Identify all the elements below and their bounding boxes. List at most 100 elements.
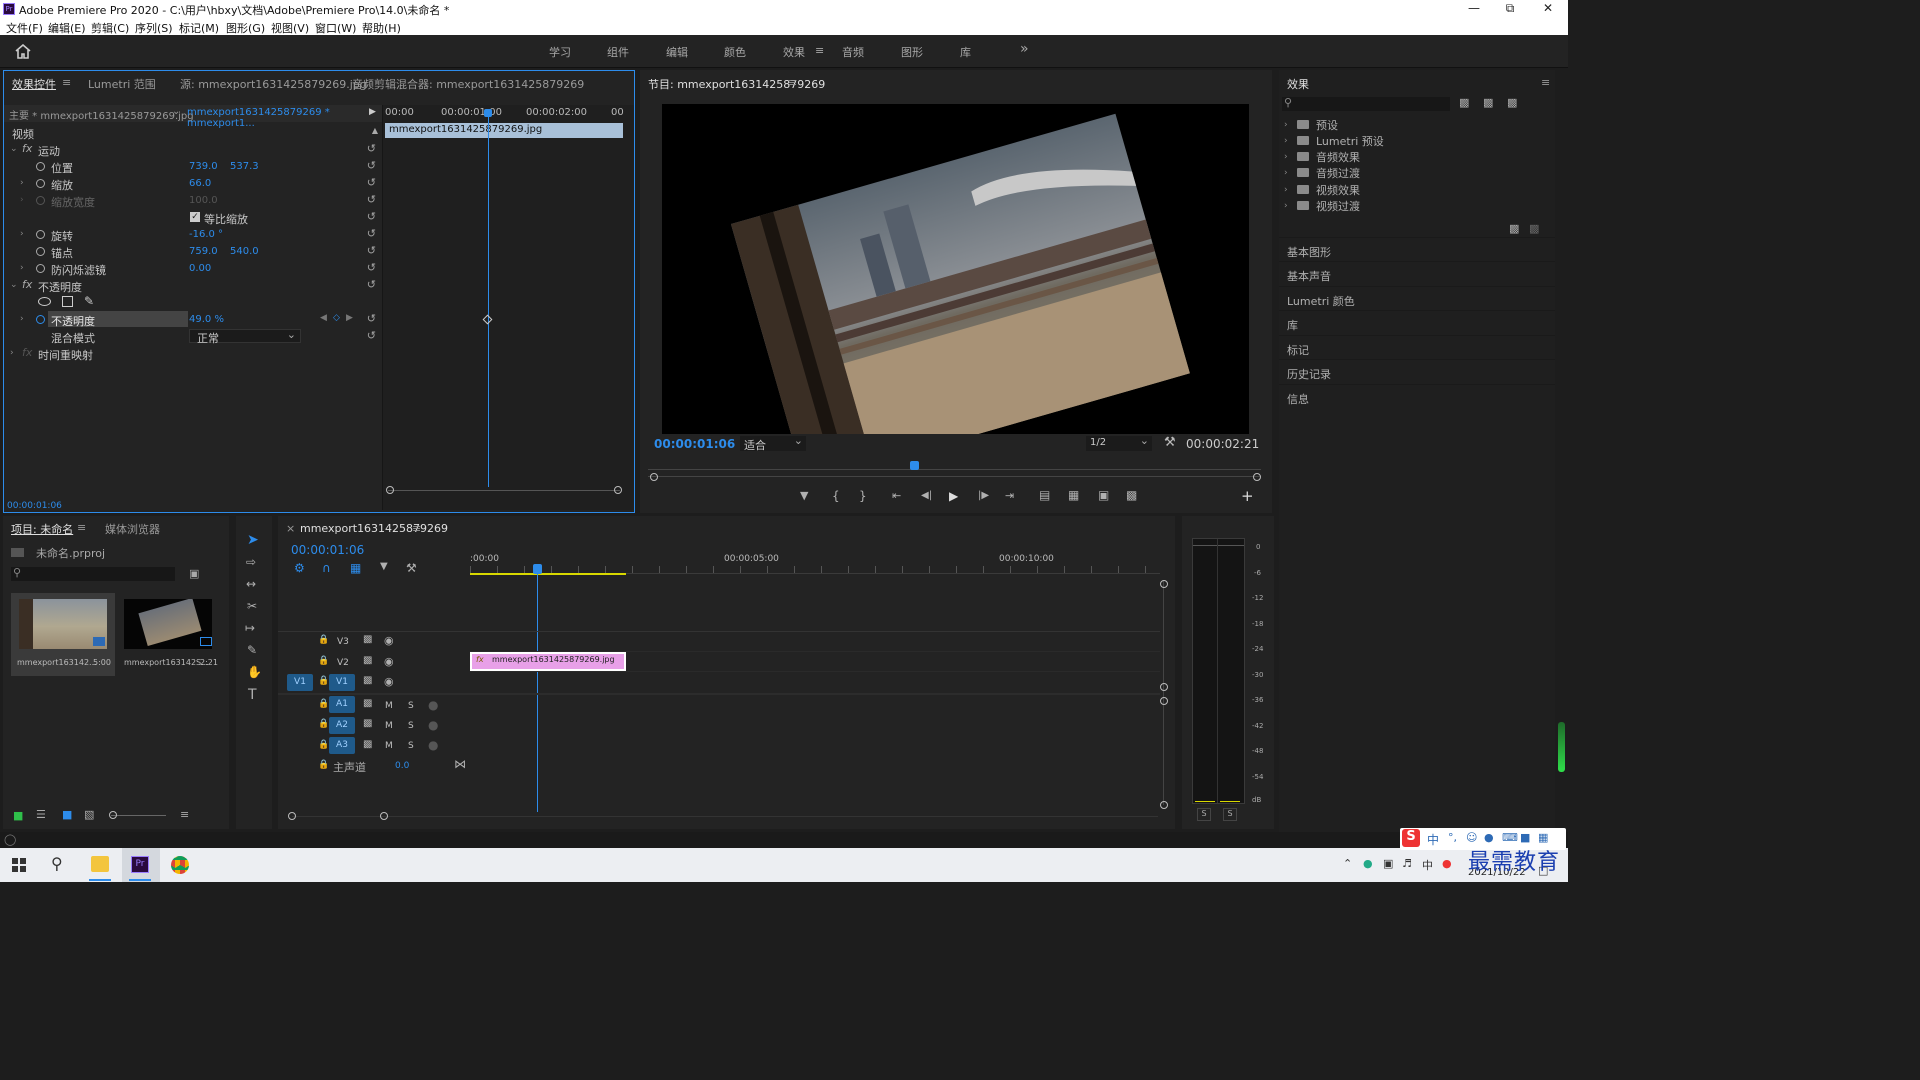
- go-to-out-icon[interactable]: ⇥: [1005, 489, 1014, 502]
- program-playhead[interactable]: [910, 461, 919, 470]
- volume-icon[interactable]: ♬: [1402, 857, 1412, 870]
- reset-icon[interactable]: ↺: [367, 210, 376, 223]
- tray-app-icon[interactable]: ●: [1363, 857, 1373, 870]
- zoom-slider[interactable]: [111, 815, 166, 816]
- reset-icon[interactable]: ↺: [367, 176, 376, 189]
- workspace-libraries[interactable]: 库: [960, 44, 971, 60]
- wrench-icon[interactable]: ⚒: [1164, 435, 1176, 450]
- reset-icon[interactable]: ↺: [367, 159, 376, 172]
- track-v1-label[interactable]: V1: [329, 674, 355, 691]
- effects-tree-audio-effects[interactable]: 音频效果: [1316, 149, 1360, 165]
- close-tab-icon[interactable]: ×: [286, 522, 295, 535]
- tab-effect-controls[interactable]: 效果控件: [12, 76, 56, 92]
- tab-audio-clip-mixer[interactable]: 音频剪辑混合器: mmexport1631425879269: [352, 76, 584, 92]
- camera-icon[interactable]: ▣: [1098, 488, 1109, 502]
- eye-icon[interactable]: ◉: [384, 655, 394, 668]
- workspace-editing[interactable]: 编辑: [666, 44, 688, 60]
- sogou-icon[interactable]: ●: [1442, 857, 1452, 870]
- effects-search-input[interactable]: ⚲: [1282, 96, 1450, 111]
- opacity-value[interactable]: 49.0 %: [189, 314, 224, 325]
- work-area-bar[interactable]: [470, 573, 626, 575]
- selection-tool-icon[interactable]: ➤: [247, 532, 259, 548]
- reset-icon[interactable]: ↺: [367, 278, 376, 291]
- wrench-icon[interactable]: ⚒: [406, 561, 417, 575]
- mark-in-icon[interactable]: {: [832, 489, 840, 503]
- expand-icon[interactable]: ⌄: [10, 144, 18, 154]
- track-select-tool-icon[interactable]: ⇨: [246, 555, 256, 569]
- extract-icon[interactable]: ▦: [1068, 488, 1079, 502]
- anchor-x-value[interactable]: 759.0: [189, 246, 218, 257]
- lock-icon[interactable]: 🔒: [318, 760, 329, 770]
- source-patch-v1[interactable]: V1: [287, 674, 313, 691]
- panel-menu-icon[interactable]: ≡: [788, 76, 797, 89]
- effect-clip-bar[interactable]: mmexport1631425879269.jpg: [385, 123, 623, 138]
- 32bit-effects-icon[interactable]: ▩: [1483, 96, 1493, 109]
- reset-icon[interactable]: ↺: [367, 329, 376, 342]
- chrome-icon[interactable]: [171, 856, 189, 874]
- workspace-color[interactable]: 颜色: [724, 44, 746, 60]
- project-search-input[interactable]: ⚲: [11, 566, 175, 581]
- expand-icon[interactable]: ›: [1284, 152, 1288, 162]
- track-a2-label[interactable]: A2: [329, 717, 355, 734]
- section-essential-sound[interactable]: 基本声音: [1279, 261, 1555, 285]
- add-keyframe-icon[interactable]: ◇: [333, 313, 340, 323]
- expand-icon[interactable]: ›: [1284, 201, 1288, 211]
- expand-icon[interactable]: ›: [1284, 168, 1288, 178]
- rotation-value[interactable]: -16.0 °: [189, 229, 223, 240]
- go-to-in-icon[interactable]: ⇤: [892, 489, 901, 502]
- effects-tree-lumetri-presets[interactable]: Lumetri 预设: [1316, 133, 1384, 149]
- linked-selection-icon[interactable]: ▦: [350, 561, 361, 575]
- blend-mode-select[interactable]: 正常 ⌄: [189, 328, 301, 345]
- close-icon[interactable]: ✕: [1528, 0, 1568, 18]
- project-item[interactable]: mmexport163142... 5:00: [11, 593, 115, 676]
- workspace-graphics[interactable]: 图形: [901, 44, 923, 60]
- track-v2-label[interactable]: V2: [337, 658, 349, 668]
- lock-icon[interactable]: 🔒: [318, 635, 329, 645]
- uniform-scale-checkbox[interactable]: ✓: [190, 212, 200, 222]
- expand-icon[interactable]: ›: [20, 178, 24, 188]
- expand-icon[interactable]: ›: [10, 348, 14, 358]
- lock-icon[interactable]: 🔒: [318, 719, 329, 729]
- add-button-icon[interactable]: +: [1241, 487, 1254, 505]
- expand-icon[interactable]: ⌄: [10, 280, 18, 290]
- workspace-assembly[interactable]: 组件: [607, 44, 629, 60]
- find-icon[interactable]: ▣: [189, 567, 199, 580]
- stopwatch-icon[interactable]: [36, 264, 45, 273]
- lock-icon[interactable]: 🔒: [318, 676, 329, 686]
- file-explorer-icon[interactable]: [91, 856, 109, 872]
- zoom-handle-left[interactable]: [650, 473, 658, 481]
- sync-lock-icon[interactable]: ▩: [363, 739, 372, 750]
- expand-icon[interactable]: ›: [1284, 185, 1288, 195]
- reset-icon[interactable]: ↺: [367, 142, 376, 155]
- ripple-edit-tool-icon[interactable]: ↔: [246, 577, 256, 591]
- go-to-out-point-icon[interactable]: ⋈: [454, 757, 466, 771]
- keyframe-diamond[interactable]: [482, 314, 493, 325]
- reset-icon[interactable]: ↺: [367, 261, 376, 274]
- scroll-handle[interactable]: [1160, 697, 1168, 705]
- menu-file[interactable]: 文件(F): [6, 20, 43, 36]
- freeform-view-icon[interactable]: ▧: [84, 808, 94, 821]
- stopwatch-icon[interactable]: [36, 179, 45, 188]
- timeline-clip[interactable]: fx mmexport1631425879269.jpg: [470, 652, 626, 671]
- minimize-icon[interactable]: —: [1454, 0, 1494, 18]
- mute-button[interactable]: M: [385, 721, 393, 731]
- tab-lumetri-scopes[interactable]: Lumetri 范围: [88, 76, 156, 92]
- master-clip-label[interactable]: 主要 * mmexport1631425879269.jpg: [9, 107, 194, 122]
- mic-icon[interactable]: ●: [1484, 831, 1494, 844]
- panel-menu-icon[interactable]: ≡: [77, 521, 86, 534]
- solo-button[interactable]: S: [408, 721, 414, 731]
- track-a3-label[interactable]: A3: [329, 737, 355, 754]
- sync-lock-icon[interactable]: ▩: [363, 718, 372, 729]
- section-history[interactable]: 历史记录: [1279, 359, 1555, 383]
- film-toggle-icon[interactable]: ▩: [363, 675, 372, 686]
- home-icon[interactable]: [15, 44, 31, 59]
- antiflicker-value[interactable]: 0.00: [189, 263, 211, 274]
- menu-window[interactable]: 窗口(W): [315, 20, 356, 36]
- horizontal-scrollbar[interactable]: [292, 816, 1158, 817]
- stopwatch-icon[interactable]: [36, 162, 45, 171]
- network-icon[interactable]: ▣: [1383, 857, 1393, 870]
- tools-icon[interactable]: ▦: [1538, 831, 1548, 844]
- solo-button[interactable]: S: [408, 741, 414, 751]
- zoom-handle-left[interactable]: [386, 486, 394, 494]
- menu-sequence[interactable]: 序列(S): [135, 20, 173, 36]
